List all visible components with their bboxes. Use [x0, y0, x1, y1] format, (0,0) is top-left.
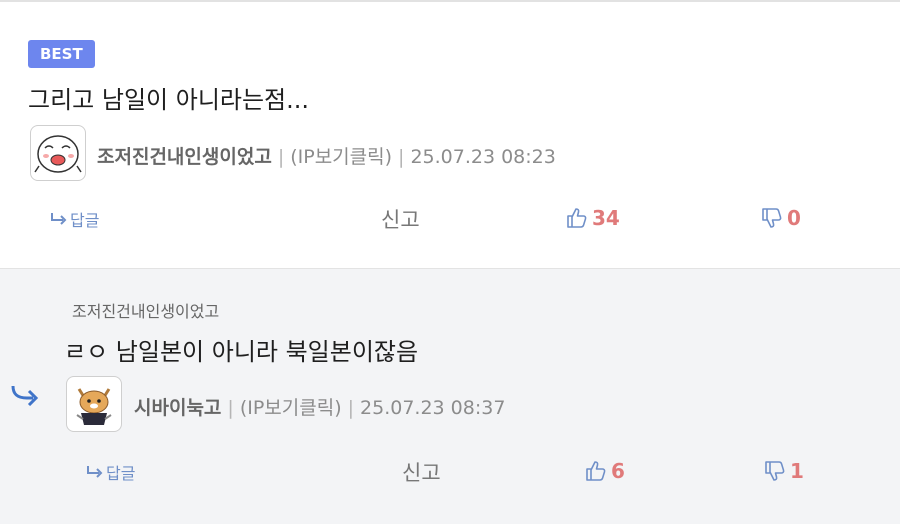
- report-button[interactable]: 신고: [381, 204, 420, 234]
- reply-label: 답글: [106, 464, 136, 483]
- thumbs-up-icon: [567, 208, 587, 228]
- upvote-count: 34: [592, 206, 620, 230]
- divider: |: [398, 146, 405, 168]
- upvote-count: 6: [611, 459, 625, 483]
- nickname[interactable]: 조저진건내인생이었고: [97, 146, 272, 168]
- divider: |: [347, 397, 355, 419]
- shiba-dog-icon: [76, 388, 112, 425]
- downvote-count: 0: [787, 206, 801, 230]
- thumbs-down-icon: [762, 208, 782, 228]
- comment-meta: 시바이눅고 | (IP보기클릭) | 25.07.23 08:37: [134, 393, 505, 420]
- reply-arrow-icon: [51, 213, 67, 225]
- ip-view-link[interactable]: (IP보기클릭): [240, 397, 342, 419]
- best-comment: BEST 그리고 남일이 아니라는점... 조저진건내인생이었고 | (IP보기클릭…: [0, 0, 900, 268]
- divider: |: [227, 397, 234, 419]
- comment-text: 그리고 남일이 아니라는점...: [28, 86, 310, 114]
- thumbs-down-icon: [765, 461, 785, 481]
- report-button[interactable]: 신고: [402, 457, 441, 487]
- downvote-count: 1: [790, 459, 804, 483]
- nickname[interactable]: 시바이눅고: [134, 397, 221, 419]
- reply-label: 답글: [70, 211, 100, 230]
- thumbs-up-icon: [586, 461, 606, 481]
- comment-text: ㄹㅇ 남일본이 아니라 북일본이잖음: [64, 338, 419, 366]
- downvote-button[interactable]: 0: [760, 206, 801, 230]
- upvote-button[interactable]: 34: [565, 206, 620, 230]
- timestamp: 25.07.23 08:23: [410, 146, 556, 168]
- upvote-button[interactable]: 6: [584, 459, 625, 483]
- timestamp: 25.07.23 08:37: [360, 397, 506, 419]
- ip-view-link[interactable]: (IP보기클릭): [290, 146, 392, 168]
- divider: |: [277, 146, 285, 168]
- parent-nickname: 조저진건내인생이었고: [72, 302, 220, 321]
- downvote-button[interactable]: 1: [763, 459, 804, 483]
- best-badge: BEST: [28, 40, 95, 68]
- reply-arrow-icon: [87, 466, 103, 478]
- avatar[interactable]: [66, 376, 122, 432]
- reply-button[interactable]: 답글: [86, 460, 135, 484]
- reply-indent-arrow-icon: [11, 385, 39, 406]
- cartoon-face-icon: [34, 135, 82, 173]
- reply-button[interactable]: 답글: [50, 207, 99, 231]
- comment-meta: 조저진건내인생이었고 | (IP보기클릭) | 25.07.23 08:23: [97, 142, 556, 169]
- avatar[interactable]: [30, 125, 86, 181]
